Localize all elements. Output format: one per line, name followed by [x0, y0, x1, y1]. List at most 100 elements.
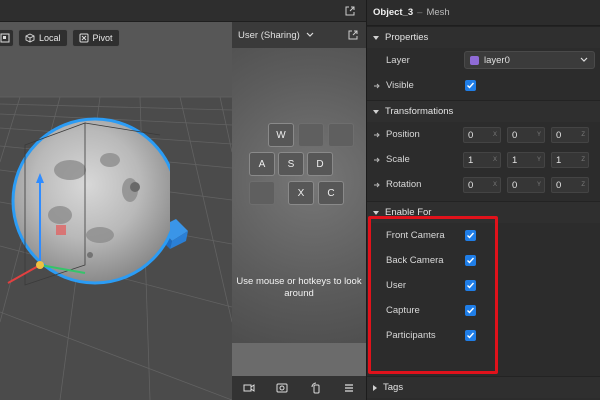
local-label: Local [39, 33, 61, 43]
capture-checkbox[interactable] [465, 305, 476, 316]
inspector-title: Object_3 – Mesh [367, 0, 600, 26]
preview-panel: User (Sharing) W A S D X C Use mouse or … [232, 22, 366, 400]
check-icon [467, 332, 475, 339]
rotation-z-value: 0 [556, 179, 562, 191]
rotation-z-field[interactable]: 0Z [551, 177, 589, 193]
enable-participants-row: Participants [367, 323, 600, 348]
position-y-value: 0 [512, 129, 518, 141]
preview-toolbar [232, 376, 366, 400]
chevron-down-icon [580, 57, 588, 62]
back-camera-label: Back Camera [386, 255, 444, 266]
preview-hint-text: Use mouse or hotkeys to look around [236, 276, 362, 299]
preview-canvas[interactable]: W A S D X C Use mouse or hotkeys to look… [232, 48, 366, 343]
frame-button[interactable] [0, 29, 14, 47]
axis-y-label: Y [536, 132, 541, 138]
key-x[interactable]: X [288, 181, 314, 205]
key-blank [249, 181, 275, 205]
scale-x-field[interactable]: 1X [463, 152, 501, 168]
position-label: Position [386, 129, 420, 140]
axis-x-label: X [492, 182, 497, 188]
scale-z-field[interactable]: 1Z [551, 152, 589, 168]
scale-z-value: 1 [556, 154, 562, 166]
enable-back-camera-row: Back Camera [367, 248, 600, 273]
axis-x-label: X [492, 157, 497, 163]
participants-checkbox[interactable] [465, 330, 476, 341]
inspector-panel: Object_3 – Mesh Properties Layer layer0 … [366, 0, 600, 400]
rotation-y-field[interactable]: 0Y [507, 177, 545, 193]
key-blank [328, 123, 354, 147]
enable-capture-row: Capture [367, 298, 600, 323]
keyframe-pin-icon[interactable] [373, 181, 381, 189]
object-name: Object_3 [373, 7, 414, 18]
front-camera-checkbox[interactable] [465, 230, 476, 241]
chevron-down-icon [306, 32, 314, 37]
layer-select[interactable]: layer0 [464, 51, 595, 69]
enable-for-section-header[interactable]: Enable For [367, 201, 600, 223]
front-camera-label: Front Camera [386, 230, 445, 241]
preview-camera-dropdown[interactable]: User (Sharing) [238, 30, 314, 41]
key-a[interactable]: A [249, 152, 275, 176]
check-icon [467, 257, 475, 264]
chevron-down-icon [373, 210, 379, 215]
key-blank [298, 123, 324, 147]
keyframe-pin-icon[interactable] [373, 156, 381, 164]
layer-value: layer0 [484, 54, 510, 66]
position-row: Position 0X 0Y 0Z [367, 122, 600, 147]
scale-y-field[interactable]: 1Y [507, 152, 545, 168]
axis-y-label: Y [536, 182, 541, 188]
key-s[interactable]: S [278, 152, 304, 176]
position-x-value: 0 [468, 129, 474, 141]
capture-icon[interactable] [276, 382, 288, 394]
scene-viewport[interactable]: Local Pivot [0, 22, 232, 400]
visible-label: Visible [386, 80, 414, 91]
chevron-down-icon [373, 35, 379, 40]
visible-checkbox[interactable] [465, 80, 476, 91]
moon-sphere-object[interactable] [0, 115, 170, 287]
title-separator: – [417, 7, 423, 18]
keyframe-pin-icon[interactable] [373, 82, 381, 90]
check-icon [467, 82, 475, 89]
video-camera-icon[interactable] [243, 382, 255, 394]
pivot-button[interactable]: Pivot [71, 29, 120, 47]
tags-section-header[interactable]: Tags [367, 376, 600, 398]
layer-row: Layer layer0 [367, 48, 600, 73]
visible-row: Visible [367, 73, 600, 98]
external-link-icon[interactable] [345, 6, 355, 16]
user-checkbox[interactable] [465, 280, 476, 291]
properties-section-header[interactable]: Properties [367, 26, 600, 48]
external-link-icon[interactable] [348, 30, 358, 40]
key-w[interactable]: W [268, 123, 294, 147]
object-type: Mesh [426, 7, 450, 18]
tags-title: Tags [383, 382, 404, 393]
key-c[interactable]: C [318, 181, 344, 205]
participants-label: Participants [386, 330, 436, 341]
viewport-toolbar: Local Pivot [0, 29, 120, 47]
rotate-device-icon[interactable] [310, 382, 322, 394]
user-label: User [386, 280, 407, 291]
enable-front-camera-row: Front Camera [367, 223, 600, 248]
axis-z-label: Z [581, 182, 585, 188]
transformations-section-header[interactable]: Transformations [367, 100, 600, 122]
rotation-x-field[interactable]: 0X [463, 177, 501, 193]
keyframe-pin-icon[interactable] [373, 131, 381, 139]
local-space-button[interactable]: Local [18, 29, 68, 47]
scale-row: Scale 1X 1Y 1Z [367, 147, 600, 172]
rotation-row: Rotation 0X 0Y 0Z [367, 172, 600, 197]
capture-label: Capture [386, 305, 420, 316]
enable-user-row: User [367, 273, 600, 298]
pivot-label: Pivot [92, 33, 113, 43]
chevron-right-icon [373, 384, 377, 391]
check-icon [467, 307, 475, 314]
layer-label: Layer [386, 55, 410, 66]
position-z-field[interactable]: 0Z [551, 127, 589, 143]
position-y-field[interactable]: 0Y [507, 127, 545, 143]
axis-z-label: Z [581, 132, 585, 138]
back-camera-checkbox[interactable] [465, 255, 476, 266]
position-x-field[interactable]: 0X [463, 127, 501, 143]
check-icon [467, 232, 475, 239]
chevron-down-icon [373, 109, 379, 114]
menu-icon[interactable] [343, 382, 355, 394]
key-d[interactable]: D [307, 152, 333, 176]
scale-label: Scale [386, 154, 410, 165]
position-z-value: 0 [556, 129, 562, 141]
